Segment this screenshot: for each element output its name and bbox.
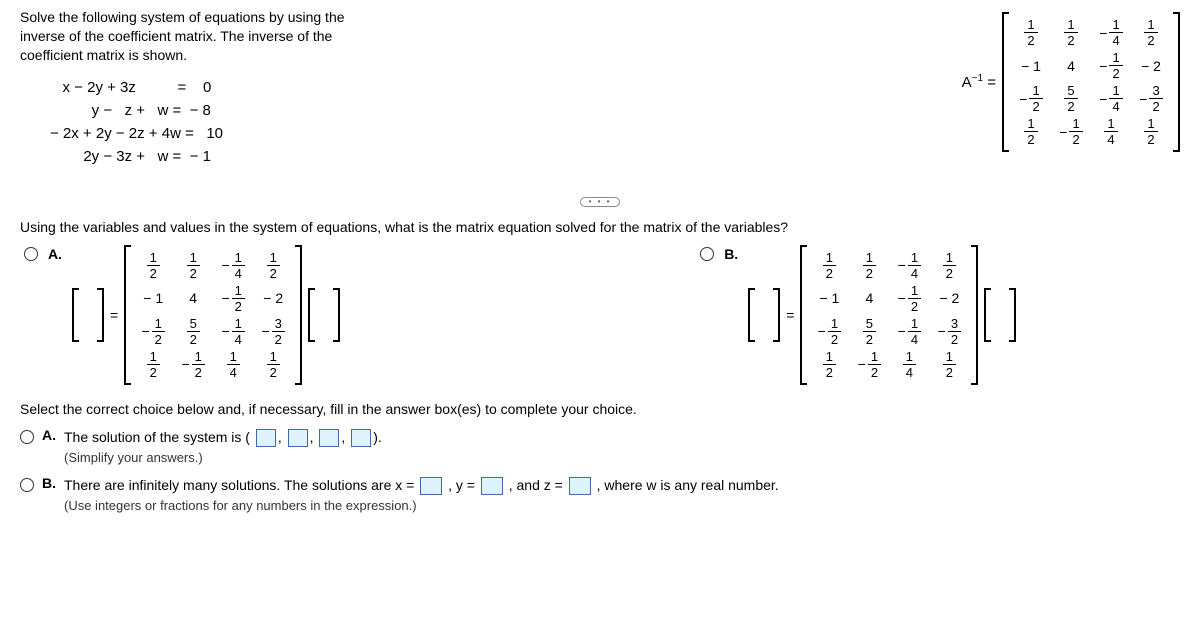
- section-divider: • • •: [20, 197, 1180, 207]
- choice-b-text4: , where w is any real number.: [597, 477, 779, 493]
- choice-b-text3: , and z =: [509, 477, 563, 493]
- equation-3: − 2x + 2y − 2z + 4w = 10: [50, 125, 380, 142]
- select-choice-prompt: Select the correct choice below and, if …: [20, 401, 1180, 417]
- option-a-left-box: [72, 288, 104, 342]
- option-a-label: A.: [48, 246, 62, 262]
- answer-box-b3[interactable]: [569, 477, 591, 495]
- option-b-equation: = 1212−1412− 14−12− 2−1252−14−3212−12141…: [748, 245, 1016, 385]
- inverse-matrix-block: A−1 = 1212−1412− 14−12− 2−1252−14−3212−1…: [962, 12, 1180, 152]
- option-b-left-box: [748, 288, 780, 342]
- choice-a-text1: The solution of the system is (: [64, 429, 250, 445]
- problem-prompt: Solve the following system of equations …: [20, 8, 380, 65]
- inverse-label: A−1 =: [962, 73, 996, 91]
- option-a-equation: = 1212−1412− 14−12− 2−1252−14−3212−12141…: [72, 245, 340, 385]
- choice-b-label: B.: [42, 475, 56, 491]
- answer-box-a1[interactable]: [256, 429, 276, 447]
- equation-4: 2y − 3z + w = − 1: [50, 148, 380, 165]
- equation-system: x − 2y + 3z = 0 y − z + w = − 8 − 2x + 2…: [50, 79, 380, 165]
- option-a[interactable]: A. = 1212−1412− 14−12− 2−1252−14−3212−12…: [24, 245, 340, 385]
- radio-choice-a[interactable]: [20, 430, 34, 444]
- choice-a[interactable]: A. The solution of the system is ( , , ,…: [20, 427, 1180, 468]
- equation-2: y − z + w = − 8: [50, 102, 380, 119]
- inverse-matrix: 1212−1412− 14−12− 2−1252−14−3212−121412: [1002, 12, 1180, 152]
- answer-box-b1[interactable]: [420, 477, 442, 495]
- answer-box-a2[interactable]: [288, 429, 308, 447]
- radio-choice-b[interactable]: [20, 478, 34, 492]
- choice-b-text2: , y =: [448, 477, 475, 493]
- equals-sign: =: [110, 307, 118, 323]
- radio-option-a[interactable]: [24, 247, 38, 261]
- answer-box-b2[interactable]: [481, 477, 503, 495]
- answer-box-a3[interactable]: [319, 429, 339, 447]
- choice-a-hint: (Simplify your answers.): [64, 448, 382, 468]
- equals-sign-b: =: [786, 307, 794, 323]
- option-b-label: B.: [724, 246, 738, 262]
- choice-a-label: A.: [42, 427, 56, 443]
- question-1-text: Using the variables and values in the sy…: [20, 219, 1180, 235]
- choice-b[interactable]: B. There are infinitely many solutions. …: [20, 475, 1180, 516]
- option-b-matrix: 1212−1412− 14−12− 2−1252−14−3212−121412: [800, 245, 978, 385]
- option-a-right-box: [308, 288, 340, 342]
- option-a-matrix: 1212−1412− 14−12− 2−1252−14−3212−121412: [124, 245, 302, 385]
- option-b-right-box: [984, 288, 1016, 342]
- choice-a-text2: ).: [373, 429, 382, 445]
- equation-1: x − 2y + 3z = 0: [50, 79, 380, 96]
- answer-box-a4[interactable]: [351, 429, 371, 447]
- choice-b-hint: (Use integers or fractions for any numbe…: [64, 496, 779, 516]
- choice-b-text1: There are infinitely many solutions. The…: [64, 477, 414, 493]
- option-b[interactable]: B. = 1212−1412− 14−12− 2−1252−14−3212−12…: [700, 245, 1016, 385]
- radio-option-b[interactable]: [700, 247, 714, 261]
